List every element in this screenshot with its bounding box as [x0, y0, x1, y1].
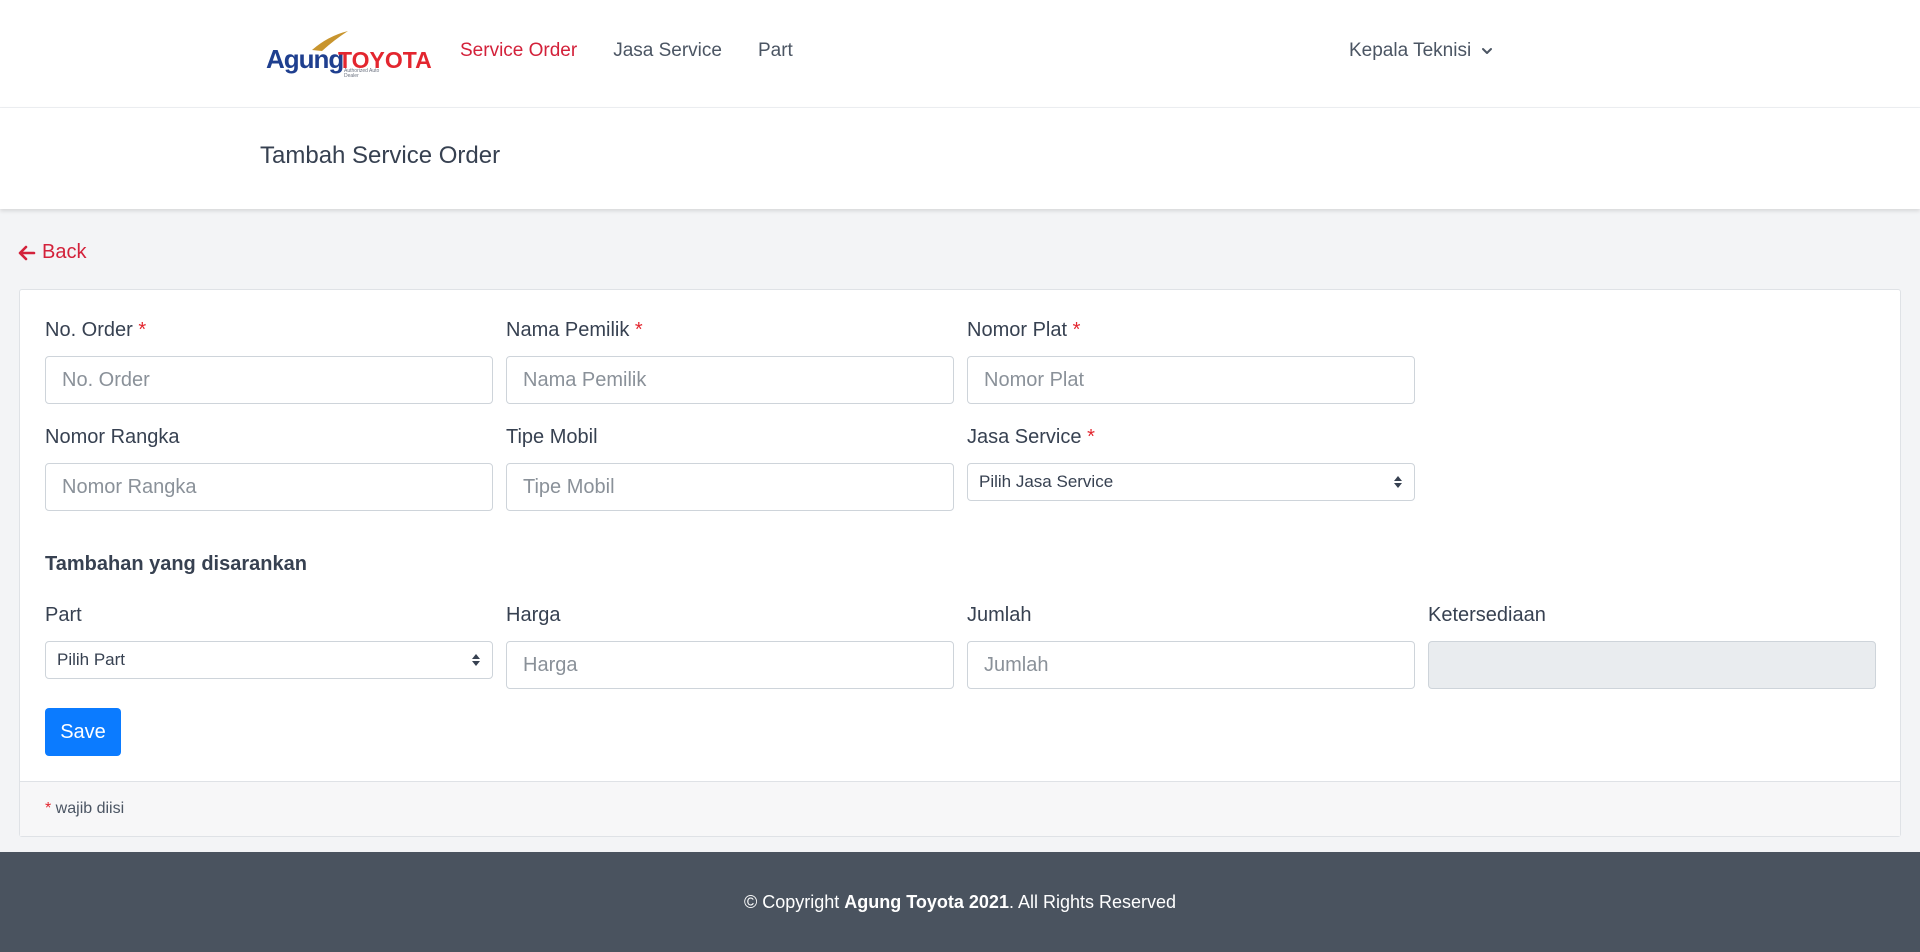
nama-pemilik-label: Nama Pemilik * — [506, 319, 643, 342]
nav-item-jasa-service[interactable]: Jasa Service — [613, 40, 722, 62]
copyright-text: © Copyright Agung Toyota 2021. All Right… — [0, 892, 1920, 913]
back-link[interactable]: Back — [18, 241, 86, 264]
nomor-plat-label-text: Nomor Plat — [967, 319, 1068, 341]
user-menu-label: Kepala Teknisi — [1349, 40, 1472, 61]
jasa-service-selected: Pilih Jasa Service — [979, 472, 1114, 491]
chevron-down-icon — [1482, 48, 1493, 54]
arrow-left-icon — [18, 245, 36, 260]
required-mark: * — [1072, 319, 1081, 341]
required-mark: * — [634, 319, 643, 341]
copyright-brand: Agung Toyota 2021 — [844, 892, 1009, 912]
logo-subtitle: Authorized Auto Dealer — [344, 68, 380, 79]
no-order-input[interactable] — [45, 356, 493, 404]
ketersediaan-label: Ketersediaan — [1428, 604, 1546, 626]
nav-item-service-order[interactable]: Service Order — [460, 40, 577, 62]
part-select[interactable]: Pilih Part — [45, 641, 493, 679]
nama-pemilik-input[interactable] — [506, 356, 954, 404]
jumlah-input[interactable] — [967, 641, 1415, 689]
tipe-mobil-label: Tipe Mobil — [506, 426, 598, 448]
service-order-form-card: No. Order * Nama Pemilik * Nomor Plat * … — [19, 289, 1901, 837]
tipe-mobil-input[interactable] — [506, 463, 954, 511]
jasa-service-select[interactable]: Pilih Jasa Service — [967, 463, 1415, 501]
part-selected: Pilih Part — [57, 650, 126, 669]
nomor-plat-label: Nomor Plat * — [967, 319, 1080, 342]
page-header: Tambah Service Order — [0, 108, 1920, 209]
sort-arrows-icon — [1394, 476, 1402, 488]
no-order-label: No. Order * — [45, 319, 146, 342]
required-footnote: * wajib diisi — [45, 800, 124, 818]
suggested-additions-title: Tambahan yang disarankan — [45, 553, 307, 575]
no-order-label-text: No. Order — [45, 319, 133, 341]
top-navbar: Agung TOYOTA Authorized Auto Dealer Serv… — [0, 0, 1920, 108]
harga-label: Harga — [506, 604, 561, 626]
required-mark: * — [1087, 426, 1095, 448]
required-mark: * — [138, 319, 147, 341]
main-nav: Service Order Jasa Service Part — [460, 40, 793, 62]
harga-input[interactable] — [506, 641, 954, 689]
jumlah-label: Jumlah — [967, 604, 1032, 626]
save-button[interactable]: Save — [45, 708, 121, 756]
required-footnote-text: wajib diisi — [51, 800, 125, 817]
nama-pemilik-label-text: Nama Pemilik — [506, 319, 630, 341]
jasa-service-label-text: Jasa Service — [967, 426, 1082, 448]
nomor-plat-input[interactable] — [967, 356, 1415, 404]
nomor-rangka-label: Nomor Rangka — [45, 426, 180, 448]
logo-text-agung: Agung — [266, 44, 344, 74]
page-title: Tambah Service Order — [260, 142, 501, 169]
nav-item-part[interactable]: Part — [758, 40, 793, 62]
nomor-rangka-input[interactable] — [45, 463, 493, 511]
copyright-suffix: . All Rights Reserved — [1008, 892, 1177, 912]
form-card-footer: * wajib diisi — [20, 781, 1900, 836]
jasa-service-label: Jasa Service * — [967, 426, 1095, 449]
sort-arrows-icon — [472, 654, 480, 666]
user-menu[interactable]: Kepala Teknisi — [1349, 40, 1493, 62]
ketersediaan-input — [1428, 641, 1876, 689]
back-link-label: Back — [42, 241, 87, 263]
part-label: Part — [45, 604, 82, 626]
copyright-prefix: © Copyright — [743, 892, 845, 912]
site-footer: © Copyright Agung Toyota 2021. All Right… — [0, 852, 1920, 952]
agung-toyota-logo[interactable]: Agung TOYOTA Authorized Auto Dealer — [266, 30, 432, 80]
